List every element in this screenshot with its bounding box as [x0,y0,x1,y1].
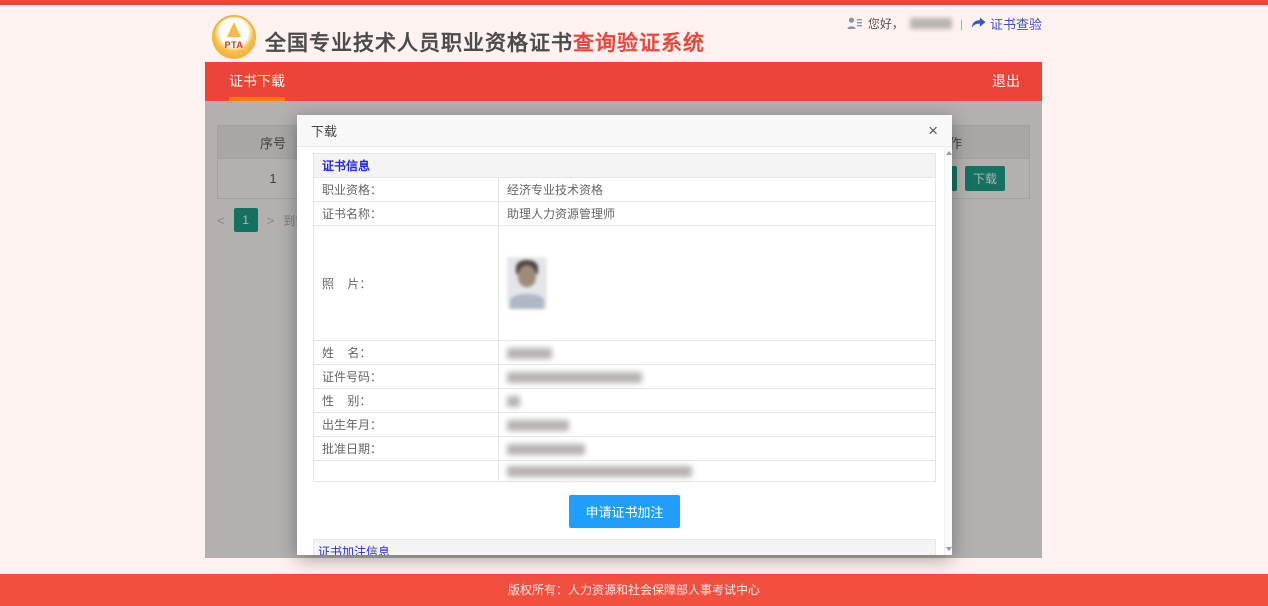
field-label [314,461,499,482]
field-label: 性 别： [314,389,499,413]
modal-title: 下载 [311,121,337,140]
divider: | [960,17,963,31]
cert-info-section-title: 证书信息 [314,154,936,178]
redacted-name [507,348,552,359]
user-area: 您好， | 证书查验 [847,14,1042,33]
page-title-main: 全国专业技术人员职业资格证书 [265,32,573,55]
greeting-text: 您好， [868,15,904,32]
scroll-up-icon[interactable] [946,151,952,155]
page-title-accent: 查询验证系统 [573,32,705,55]
cert-verify-link[interactable]: 证书查验 [971,14,1042,33]
modal-body: 证书信息 职业资格： 经济专业技术资格 证书名称： 助理人力资源管理师 照 片：… [297,147,944,555]
field-value: 助理人力资源管理师 [499,202,936,226]
modal-scrollbar[interactable] [944,147,952,555]
footer: 版权所有：人力资源和社会保障部人事考试中心 [0,574,1268,606]
user-icon [847,17,862,30]
cert-verify-label[interactable]: 证书查验 [990,14,1042,33]
copyright-text: 版权所有：人力资源和社会保障部人事考试中心 [508,583,760,597]
field-label: 姓 名： [314,341,499,365]
logout-button[interactable]: 退出 [970,62,1042,101]
pta-logo: PTA [212,15,256,59]
modal-titlebar: 下载 × [297,115,952,147]
logo-text: PTA [214,40,254,50]
apply-annotation-button[interactable]: 申请证书加注 [569,495,679,528]
cert-info-table: 证书信息 职业资格： 经济专业技术资格 证书名称： 助理人力资源管理师 照 片：… [313,153,936,482]
annotation-section-title: 证书加注信息 [314,540,936,556]
annotation-table: 证书加注信息 序号 使用场景 有效期至 加注申请时间 加注完成时间 操作 1 本… [313,539,936,555]
download-modal: 下载 × 证书信息 职业资格： 经济专业技术资格 证书名称： 助理人力资源管理师… [297,115,952,555]
field-label: 证件号码： [314,365,499,389]
share-arrow-icon[interactable] [971,17,986,30]
redacted-approval-date [507,444,585,455]
logo-flame-icon [227,22,241,40]
site-header: PTA 全国专业技术人员职业资格证书查询验证系统 您好， | 证书查验 [205,5,1042,62]
redacted-extra-info [507,466,692,477]
main-navbar: 证书下载 退出 [205,62,1042,101]
page-title: 全国专业技术人员职业资格证书查询验证系统 [265,27,705,57]
scroll-down-icon[interactable] [946,547,952,551]
tab-cert-download-label: 证书下载 [229,73,285,89]
field-label: 职业资格： [314,178,499,202]
redacted-id-number [507,372,642,383]
tab-cert-download[interactable]: 证书下载 [205,62,309,101]
field-label: 批准日期： [314,437,499,461]
field-label: 证书名称： [314,202,499,226]
field-label: 出生年月： [314,413,499,437]
field-label: 照 片： [314,226,499,341]
redacted-gender [507,396,520,407]
redacted-birth-date [507,420,569,431]
close-icon[interactable]: × [928,122,938,139]
redacted-username [910,18,952,29]
applicant-photo [507,257,547,309]
field-value: 经济专业技术资格 [499,178,936,202]
